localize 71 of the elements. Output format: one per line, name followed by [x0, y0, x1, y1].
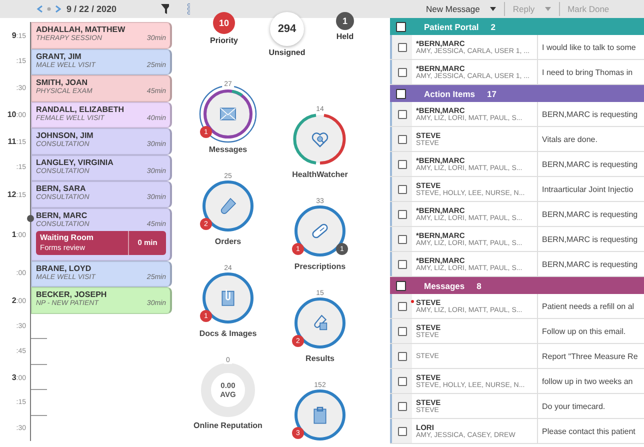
caret-icon	[544, 7, 551, 11]
checkbox[interactable]	[398, 210, 406, 218]
status-title: Waiting Room	[40, 233, 94, 242]
stat-label: Held	[336, 32, 354, 41]
message-preview: Do your timecard.	[542, 402, 606, 410]
group-header[interactable]: Messages 8	[390, 277, 644, 294]
widget-label[interactable]: Results	[306, 354, 334, 363]
caret-icon	[490, 7, 496, 11]
group-count: 8	[476, 280, 482, 290]
checkbox[interactable]	[398, 326, 406, 336]
message-preview: Patient needs a refill on al	[542, 302, 634, 310]
count-badge[interactable]: 294	[270, 12, 304, 46]
checkbox[interactable]	[396, 88, 406, 98]
patient-name: BERN, MARC	[36, 210, 88, 220]
widget-label[interactable]: Online Reputation	[194, 421, 262, 430]
group-title: Action Items	[424, 88, 476, 98]
checkbox[interactable]	[398, 426, 406, 436]
message-preview: Report "Three Measure Re	[542, 352, 638, 360]
filter-icon[interactable]	[160, 4, 169, 14]
checkbox[interactable]	[398, 376, 406, 386]
patient-name: RANDALL, ELIZABETH	[36, 104, 125, 114]
group-title: Patient Portal	[424, 22, 479, 32]
message-preview: I need to bring Thomas in	[542, 68, 633, 76]
stat-label: Priority	[210, 36, 238, 45]
message-preview: BERN,MARC is requesting	[542, 234, 638, 244]
message-preview: follow up in two weeks an	[542, 376, 633, 386]
widget-label[interactable]: Prescriptions	[294, 262, 346, 271]
message-preview: BERN,MARC is requesting	[542, 210, 638, 218]
checkbox[interactable]	[398, 68, 406, 76]
group-count: 17	[487, 88, 496, 98]
patient-name: SMITH, JOAN	[36, 78, 89, 87]
message-preview: BERN,MARC is requesting	[542, 160, 638, 168]
patient-name: BRANE, LOYD	[36, 264, 92, 272]
group-title: Messages	[424, 280, 465, 290]
group-header[interactable]: Action Items 17	[390, 85, 644, 102]
checkbox[interactable]	[398, 110, 406, 118]
checkbox[interactable]	[398, 352, 406, 360]
message-preview: Vitals are done.	[542, 134, 598, 144]
widget-label[interactable]: Docs & Images	[199, 329, 257, 338]
message-preview: Please contact this patient	[542, 426, 636, 436]
checkbox[interactable]	[398, 184, 406, 194]
patient-name: LANGLEY, VIRGINIA	[36, 158, 114, 166]
widget-label[interactable]: Orders	[214, 237, 242, 246]
message-preview: I would like to talk to some	[542, 42, 636, 52]
widget-label[interactable]: HealthWatcher	[292, 170, 348, 179]
patient-name: GRANT, JIM	[36, 52, 82, 60]
checkbox[interactable]	[398, 302, 406, 310]
checkbox[interactable]	[398, 402, 406, 410]
message-preview: Follow up on this email.	[542, 326, 626, 336]
stat-label: Unsigned	[268, 48, 306, 57]
toolbar-button[interactable]: New Message	[418, 2, 505, 16]
checkbox[interactable]	[396, 280, 406, 290]
message-preview: Intraarticular Joint Injectio	[542, 184, 634, 194]
schedule-date: 9 / 22 / 2020	[66, 4, 117, 14]
test-tube-icon	[218, 196, 238, 216]
patient-name: BERN, SARA	[36, 184, 87, 193]
checkbox[interactable]	[398, 134, 406, 144]
checkbox[interactable]	[398, 42, 406, 52]
checkbox[interactable]	[396, 22, 406, 32]
widget-label[interactable]: Messages	[208, 145, 248, 154]
count-badge[interactable]: 1	[336, 12, 354, 30]
message-preview: BERN,MARC is requesting	[542, 260, 638, 268]
checkbox[interactable]	[398, 260, 406, 268]
count-badge[interactable]: 10	[213, 12, 235, 34]
patient-name: BECKER, JOSEPH	[36, 290, 108, 299]
patient-name: JOHNSON, JIM	[36, 131, 94, 140]
patient-name: ADHALLAH, MATTHEW	[36, 25, 126, 34]
message-preview: BERN,MARC is requesting	[542, 110, 638, 118]
checkbox[interactable]	[398, 234, 406, 244]
group-count: 2	[490, 22, 496, 32]
checkbox[interactable]	[398, 160, 406, 168]
